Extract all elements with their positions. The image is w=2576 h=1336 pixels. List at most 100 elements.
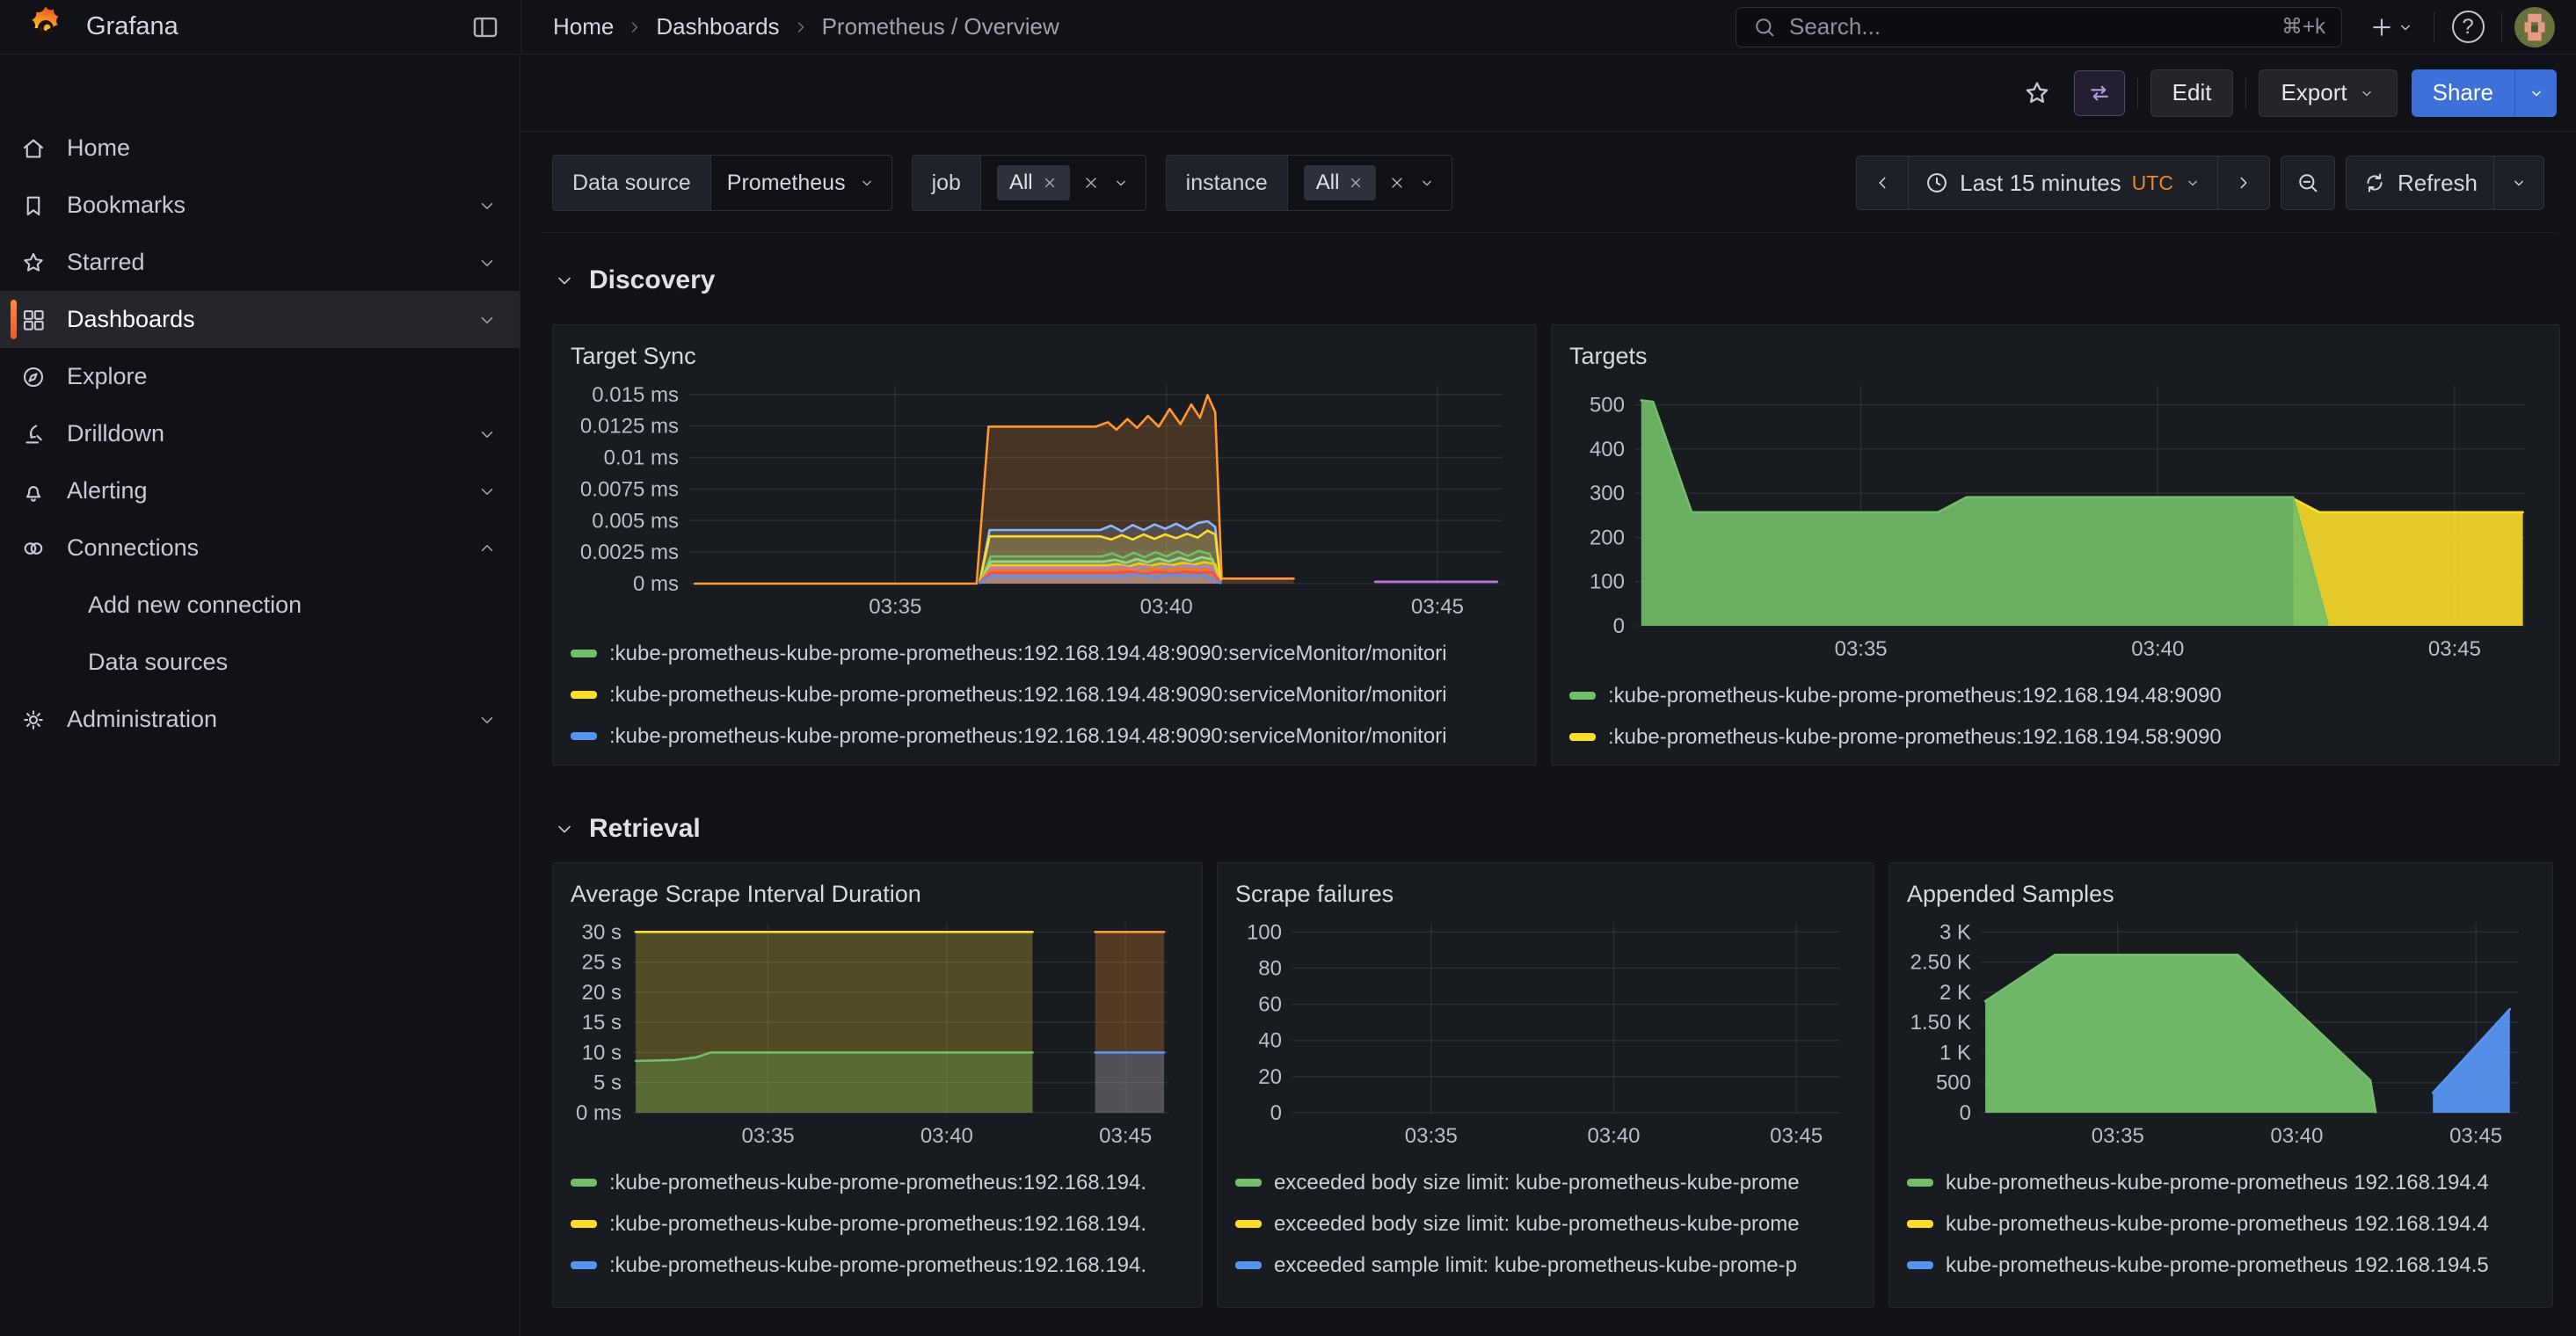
sidebar-item-starred[interactable]: Starred: [0, 234, 520, 291]
legend-item[interactable]: :kube-prometheus-kube-prome-prometheus:1…: [571, 715, 1518, 757]
add-button[interactable]: [2361, 6, 2421, 48]
sidebar-item-connections[interactable]: Connections: [0, 519, 520, 577]
svg-text:0: 0: [1270, 1101, 1282, 1125]
scrape-failures-chart[interactable]: 03:3503:4003:45020406080100: [1235, 912, 1856, 1151]
svg-text:300: 300: [1590, 482, 1625, 505]
time-forward-button[interactable]: [2217, 156, 2269, 209]
sidebar-item-add-new-connection[interactable]: Add new connection: [0, 577, 520, 634]
chevron-down-icon[interactable]: [477, 425, 497, 444]
legend-label: :kube-prometheus-kube-prome-prometheus:1…: [609, 642, 1518, 666]
legend-label: kube-prometheus-kube-prome-prometheus 19…: [1946, 1212, 2535, 1237]
chevron-down-icon: [1112, 174, 1130, 192]
average-scrape-interval-chart[interactable]: 03:3503:4003:450 ms5 s10 s15 s20 s25 s30…: [571, 912, 1184, 1151]
panel-target-sync: Target Sync 03:3503:4003:450 ms0.0025 ms…: [552, 324, 1537, 766]
chevron-down-icon[interactable]: [477, 310, 497, 330]
clock-icon: [1925, 171, 1949, 195]
legend-item[interactable]: :kube-prometheus-kube-prome-prometheus:1…: [571, 1203, 1184, 1245]
legend-swatch: [1907, 1261, 1933, 1269]
close-icon[interactable]: [1042, 175, 1058, 191]
search-icon: [1752, 15, 1777, 40]
close-icon[interactable]: [1348, 175, 1364, 191]
legend-item[interactable]: :kube-prometheus-kube-prome-prometheus:1…: [571, 633, 1518, 674]
time-back-button[interactable]: [1857, 156, 1908, 209]
refresh-button[interactable]: Refresh: [2347, 156, 2493, 209]
svg-text:80: 80: [1258, 956, 1282, 980]
job-select[interactable]: All: [980, 156, 1146, 210]
legend-item[interactable]: kube-prometheus-kube-prome-prometheus 19…: [1907, 1162, 2535, 1203]
share-button[interactable]: Share: [2412, 69, 2514, 117]
refresh-icon: [2362, 171, 2387, 195]
svg-text:400: 400: [1590, 438, 1625, 461]
user-avatar[interactable]: [2514, 7, 2555, 47]
chevron-down-icon[interactable]: [477, 482, 497, 501]
legend-label: :kube-prometheus-kube-prome-prometheus:1…: [1608, 684, 2542, 708]
legend-label: kube-prometheus-kube-prome-prometheus 19…: [1946, 1171, 2535, 1195]
svg-text:03:35: 03:35: [1835, 637, 1888, 661]
legend-label: :kube-prometheus-kube-prome-prometheus:1…: [609, 1212, 1184, 1237]
svg-text:03:40: 03:40: [1587, 1124, 1640, 1148]
legend-item[interactable]: :kube-prometheus-kube-prome-prometheus:1…: [571, 1162, 1184, 1203]
sidebar-item-administration[interactable]: Administration: [0, 691, 520, 748]
edit-button[interactable]: Edit: [2150, 69, 2234, 117]
sidebar-item-explore[interactable]: Explore: [0, 348, 520, 405]
targets-chart[interactable]: 03:3503:4003:450100200300400500: [1569, 374, 2542, 664]
top-bar-main: Home Dashboards Prometheus / Overview ⌘+…: [520, 0, 2576, 54]
zoom-out-button[interactable]: [2281, 156, 2335, 210]
refresh-interval-dropdown[interactable]: [2493, 156, 2543, 209]
target-sync-chart[interactable]: 03:3503:4003:450 ms0.0025 ms0.005 ms0.00…: [571, 374, 1518, 622]
chevron-down-icon[interactable]: [477, 196, 497, 215]
search-input[interactable]: [1789, 13, 2269, 40]
section-retrieval[interactable]: Retrieval: [554, 804, 2560, 853]
legend-swatch: [1235, 1179, 1262, 1187]
legend-item[interactable]: kube-prometheus-kube-prome-prometheus 19…: [1907, 1203, 2535, 1245]
sidebar-item-home[interactable]: Home: [0, 120, 520, 177]
sidebar-item-alerting[interactable]: Alerting: [0, 462, 520, 519]
export-button[interactable]: Export: [2259, 69, 2397, 117]
sidebar-item-dashboards[interactable]: Dashboards: [0, 291, 520, 348]
time-range-picker[interactable]: Last 15 minutes UTC: [1908, 156, 2217, 209]
breadcrumb-home[interactable]: Home: [553, 13, 614, 40]
instance-select[interactable]: All: [1287, 156, 1452, 210]
legend-item[interactable]: exceeded body size limit: kube-prometheu…: [1235, 1203, 1856, 1245]
clear-icon[interactable]: [1082, 174, 1100, 192]
legend-swatch: [571, 1179, 597, 1187]
legend-item[interactable]: kube-prometheus-kube-prome-prometheus 19…: [1907, 1245, 2535, 1286]
legend-item[interactable]: exceeded sample limit: kube-prometheus-k…: [1235, 1245, 1856, 1286]
legend-item[interactable]: :kube-prometheus-kube-prome-prometheus:1…: [1569, 716, 2542, 758]
job-chip-all[interactable]: All: [997, 165, 1070, 200]
star-icon: [2022, 78, 2052, 108]
targets-legend: :kube-prometheus-kube-prome-prometheus:1…: [1569, 675, 2542, 758]
sidebar-item-bookmarks[interactable]: Bookmarks: [0, 177, 520, 234]
chevron-up-icon[interactable]: [477, 539, 497, 558]
sidebar-item-drilldown[interactable]: Drilldown: [0, 405, 520, 462]
chevron-down-icon: [2397, 18, 2414, 36]
old-dashboards-toggle-button[interactable]: [2074, 70, 2125, 116]
breadcrumb-dashboards[interactable]: Dashboards: [656, 13, 779, 40]
section-discovery[interactable]: Discovery: [554, 256, 2560, 305]
home-icon: [0, 135, 67, 162]
active-accent-bar: [11, 300, 17, 339]
star-dashboard-button[interactable]: [2016, 72, 2058, 114]
svg-text:03:45: 03:45: [2428, 637, 2481, 661]
chevron-down-icon[interactable]: [477, 710, 497, 730]
legend-item[interactable]: exceeded body size limit: kube-prometheu…: [1235, 1162, 1856, 1203]
legend-item[interactable]: :kube-prometheus-kube-prome-prometheus:1…: [1569, 675, 2542, 716]
share-dropdown-button[interactable]: [2514, 69, 2557, 117]
svg-text:03:45: 03:45: [1770, 1124, 1823, 1148]
instance-chip-all[interactable]: All: [1304, 165, 1377, 200]
chevron-down-icon[interactable]: [477, 253, 497, 272]
appended-samples-chart[interactable]: 03:3503:4003:4505001 K1.50 K2 K2.50 K3 K: [1907, 912, 2535, 1151]
search-box[interactable]: ⌘+k: [1736, 7, 2342, 47]
svg-text:500: 500: [1590, 394, 1625, 418]
help-button[interactable]: ?: [2447, 6, 2489, 48]
legend-item[interactable]: :kube-prometheus-kube-prome-prometheus:1…: [571, 674, 1518, 715]
svg-text:03:35: 03:35: [1405, 1124, 1458, 1148]
variables-bar: Data source Prometheus job All: [520, 132, 2576, 232]
grafana-logo-icon[interactable]: [23, 4, 69, 50]
sidebar-item-data-sources[interactable]: Data sources: [0, 634, 520, 691]
clear-icon[interactable]: [1388, 174, 1406, 192]
sidebar-toggle-icon[interactable]: [468, 10, 503, 45]
question-icon: ?: [2452, 11, 2485, 43]
legend-item[interactable]: :kube-prometheus-kube-prome-prometheus:1…: [571, 1245, 1184, 1286]
datasource-select[interactable]: Prometheus: [710, 156, 891, 210]
